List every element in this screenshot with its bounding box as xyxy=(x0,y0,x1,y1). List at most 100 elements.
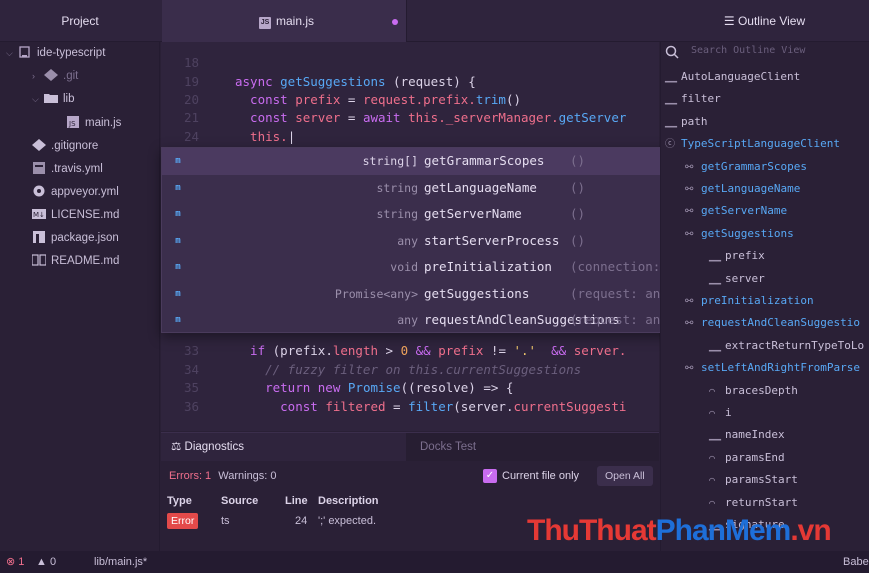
tab-main-js[interactable]: JS main.js xyxy=(162,0,407,42)
code-line: 19 async getSuggestions (request) { xyxy=(183,74,476,89)
code-line: 35 return new Promise((resolve) => { xyxy=(183,380,514,395)
modified-indicator-icon[interactable] xyxy=(392,19,398,25)
method-icon: ⚯ xyxy=(685,184,694,195)
status-grammar[interactable]: Babe xyxy=(843,551,869,573)
outline-item[interactable]: ▁▁ extractReturnTypeToLo xyxy=(709,335,864,357)
method-icon: ⚯ xyxy=(685,296,694,307)
variable-icon: ⌒ xyxy=(709,385,716,397)
git-icon xyxy=(32,139,46,151)
search-icon xyxy=(665,45,679,59)
status-warning-count[interactable]: ▲ 0 xyxy=(36,551,56,573)
outline-item[interactable]: ⌒ paramsStart xyxy=(709,469,798,491)
chevron-right-icon[interactable]: › xyxy=(32,65,44,87)
js-file-icon: JS xyxy=(259,17,271,29)
outline-view: Search Outline View ▁▁ AutoLanguageClient… xyxy=(660,42,869,551)
error-count[interactable]: Errors: 1 xyxy=(169,470,211,482)
status-file-path[interactable]: lib/main.js* xyxy=(94,551,147,573)
outline-item[interactable]: ⚯ requestAndCleanSuggestio xyxy=(685,312,860,334)
outline-item[interactable]: ▁▁ nameIndex xyxy=(709,424,785,446)
folder-icon xyxy=(44,94,58,103)
diagnostics-header-row: Type Source Line Description xyxy=(167,495,379,507)
tree-item-gitignore[interactable]: .gitignore xyxy=(32,135,98,157)
code-line-current: 24 this.| xyxy=(183,129,296,144)
method-icon: ⚯ xyxy=(685,318,694,330)
variable-icon: ⌒ xyxy=(709,497,716,509)
code-line: 36 const filtered = filter(server.curren… xyxy=(183,399,627,414)
autocomplete-item[interactable]: m string[] getGrammarScopes () xyxy=(162,148,678,175)
status-error-count[interactable]: ⊗ 1 xyxy=(6,551,24,573)
outline-item[interactable]: ⌒ i xyxy=(709,402,732,424)
code-line: 20 const prefix = request.prefix.trim() xyxy=(183,92,522,107)
tree-item-package-json[interactable]: package.json xyxy=(32,227,119,249)
field-icon: ▁▁ xyxy=(665,116,678,128)
outline-view-title: ☰ Outline View xyxy=(723,14,806,28)
field-icon: ▁▁ xyxy=(709,430,722,442)
autocomplete-item[interactable]: m any requestAndCleanSuggestions (reques… xyxy=(162,307,678,332)
field-icon: ▁▁ xyxy=(665,72,678,83)
chevron-down-icon[interactable]: ⌵ xyxy=(6,42,18,64)
code-line: 34 // fuzzy filter on this.currentSugges… xyxy=(183,362,582,377)
outline-item[interactable]: ▁▁ prefix xyxy=(709,245,765,267)
tree-item-travis[interactable]: .travis.yml xyxy=(32,158,103,180)
autocomplete-item[interactable]: m string getLanguageName () xyxy=(162,175,678,202)
variable-icon: ⌒ xyxy=(709,452,716,464)
tree-item-appveyor[interactable]: appveyor.yml xyxy=(32,181,119,203)
tab-diagnostics[interactable]: ⚖ Diagnostics xyxy=(161,433,406,461)
autocomplete-item[interactable]: m Promise<any> getSuggestions (request: … xyxy=(162,281,678,308)
outline-search[interactable]: Search Outline View xyxy=(661,42,869,64)
tab-docks-test[interactable]: Docks Test xyxy=(406,433,659,461)
status-bar: ⊗ 1 ▲ 0 lib/main.js* Babe xyxy=(0,551,869,573)
method-icon: ⚯ xyxy=(685,206,694,218)
outline-item[interactable]: ⓒ TypeScriptLanguageClient xyxy=(665,133,840,155)
tree-item-readme[interactable]: README.md xyxy=(32,250,119,272)
method-icon: ⚯ xyxy=(685,161,694,173)
outline-item[interactable]: ⌒ bracesDepth xyxy=(709,380,798,402)
autocomplete-item[interactable]: m string getServerName () xyxy=(162,201,678,228)
method-icon: ⚯ xyxy=(685,228,694,240)
error-badge: Error xyxy=(167,513,199,529)
tree-item-main-js[interactable]: JS main.js xyxy=(66,112,121,134)
outline-item[interactable]: ⚯ getServerName xyxy=(685,200,787,222)
tab-label: main.js xyxy=(276,14,315,28)
tree-item-ide-typescript[interactable]: ⌵ ide-typescript xyxy=(6,42,105,64)
code-line: 33 if (prefix.length > 0 && prefix != '.… xyxy=(183,343,627,358)
svg-text:JS: JS xyxy=(68,120,76,128)
outline-item[interactable]: ▁▁ server xyxy=(709,268,765,290)
repo-icon xyxy=(19,46,30,58)
warning-count[interactable]: Warnings: 0 xyxy=(218,470,276,482)
variable-icon: ⌒ xyxy=(709,408,716,419)
field-icon: ▁▁ xyxy=(709,340,722,352)
code-line: 21 const server = await this._serverMana… xyxy=(183,110,627,125)
outline-item[interactable]: ⚯ preInitialization xyxy=(685,290,814,312)
outline-item[interactable]: ⚯ getSuggestions xyxy=(685,223,794,245)
tree-item-git[interactable]: › .git xyxy=(32,65,78,87)
outline-item[interactable]: ⚯ getGrammarScopes xyxy=(685,156,807,178)
tree-item-license[interactable]: M↓ LICENSE.md xyxy=(32,204,119,226)
field-icon: ▁▁ xyxy=(665,94,678,106)
method-icon: ⚯ xyxy=(685,363,694,375)
autocomplete-item[interactable]: m any startServerProcess () xyxy=(162,228,678,255)
chevron-down-icon[interactable]: ⌵ xyxy=(32,88,44,110)
svg-text:M↓: M↓ xyxy=(33,211,45,219)
project-tree: ⌵ ide-typescript › .git ⌵ lib JS main.js .gi… xyxy=(0,42,160,551)
outline-item[interactable]: ⚯ setLeftAndRightFromParse xyxy=(685,357,860,379)
tree-item-lib[interactable]: ⌵ lib xyxy=(32,88,75,110)
code-line: 18 xyxy=(183,55,199,70)
diagnostics-icon: ⚖ xyxy=(171,441,185,453)
open-all-button[interactable]: Open All xyxy=(597,466,653,486)
search-input[interactable]: Search Outline View xyxy=(691,45,805,56)
travis-icon xyxy=(33,162,45,174)
outline-item[interactable]: ⌒ paramsEnd xyxy=(709,447,785,469)
outline-item[interactable]: ▁▁ path xyxy=(665,111,708,133)
outline-item[interactable]: ▁▁ filter xyxy=(665,88,721,110)
autocomplete-item[interactable]: m void preInitialization (connection: an xyxy=(162,254,678,281)
project-panel-title: Project xyxy=(61,14,99,28)
outline-item[interactable]: ⌒ returnStart xyxy=(709,492,798,514)
title-bar: Project JS main.js ☰ Outline View xyxy=(0,0,869,42)
field-icon: ▁▁ xyxy=(709,273,722,285)
outline-item[interactable]: ⚯ getLanguageName xyxy=(685,178,800,200)
current-file-checkbox[interactable]: ✓ xyxy=(483,469,497,483)
outline-item[interactable]: ▁▁ AutoLanguageClient xyxy=(665,66,800,88)
autocomplete-popup[interactable]: m string[] getGrammarScopes () m string … xyxy=(161,147,679,333)
appveyor-icon xyxy=(33,185,45,197)
